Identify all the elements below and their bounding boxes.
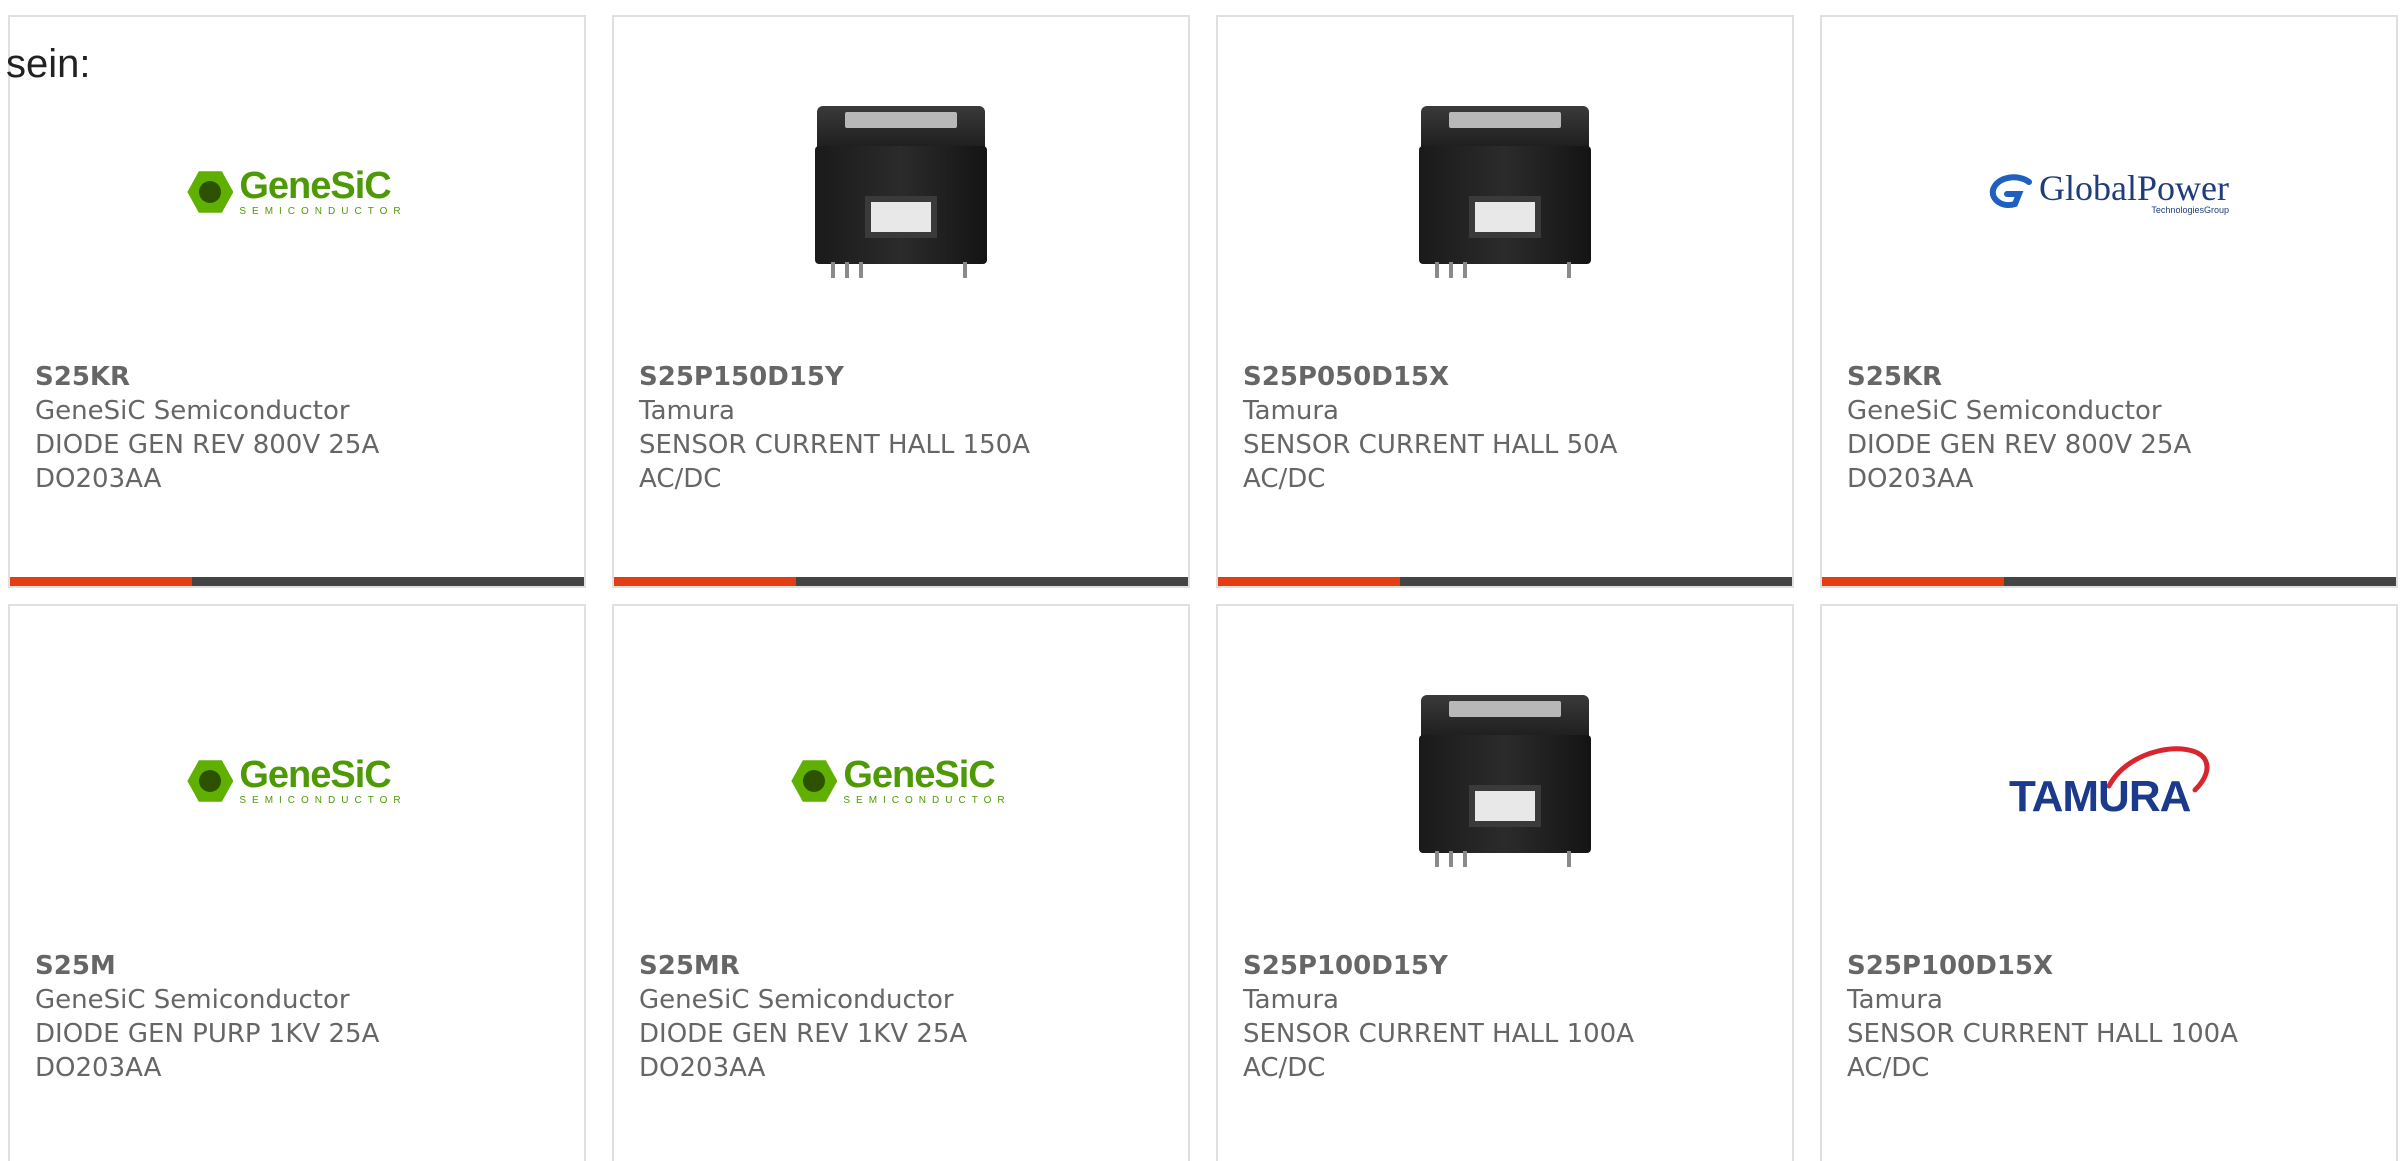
product-info: S25MR GeneSiC Semiconductor DIODE GEN RE… — [639, 949, 967, 1085]
description-line: AC/DC — [639, 464, 722, 494]
description-line: DIODE GEN REV 800V 25A — [35, 430, 380, 460]
hexagon-icon — [791, 760, 838, 802]
manufacturer: GeneSiC Semiconductor — [35, 396, 350, 426]
logo-subtext: SEMICONDUCTOR — [239, 206, 407, 217]
product-card[interactable]: GeneSiC SEMICONDUCTOR S25M GeneSiC Semic… — [8, 604, 586, 1161]
logo-subtext: SEMICONDUCTOR — [843, 795, 1011, 806]
manufacturer: GeneSiC Semiconductor — [639, 985, 954, 1015]
page: sein: GeneSiC SEMICONDUCTOR S25KR GeneSi… — [0, 0, 2400, 1161]
hexagon-icon — [187, 760, 234, 802]
description-line: DO203AA — [35, 464, 162, 494]
product-image[interactable]: GeneSiC SEMICONDUCTOR — [10, 676, 584, 886]
manufacturer: Tamura — [1243, 396, 1339, 426]
product-image[interactable]: GeneSiC SEMICONDUCTOR — [614, 676, 1188, 886]
product-info: S25P100D15Y Tamura SENSOR CURRENT HALL 1… — [1243, 949, 1634, 1085]
part-number-link[interactable]: S25M — [35, 949, 379, 983]
product-card[interactable]: S25P150D15Y Tamura SENSOR CURRENT HALL 1… — [612, 15, 1190, 588]
swirl-icon — [1989, 174, 2033, 208]
description-line: DO203AA — [1847, 464, 1974, 494]
logo-wordmark: TAMURA — [2009, 772, 2191, 821]
description-line: AC/DC — [1847, 1053, 1930, 1083]
tamura-logo-icon: TAMURA — [1999, 736, 2219, 826]
description-line: AC/DC — [1243, 1053, 1326, 1083]
logo-subtext: SEMICONDUCTOR — [239, 795, 407, 806]
card-accent-bar — [10, 577, 192, 586]
part-number-link[interactable]: S25KR — [1847, 360, 2191, 394]
logo-subtext: TechnologiesGroup — [2151, 204, 2229, 215]
part-number-link[interactable]: S25P100D15X — [1847, 949, 2238, 983]
description-line: DIODE GEN REV 800V 25A — [1847, 430, 2192, 460]
manufacturer: Tamura — [1243, 985, 1339, 1015]
card-bottom-bar — [1218, 577, 1792, 586]
card-bottom-bar — [10, 577, 584, 586]
logo-wordmark: GeneSiC — [239, 165, 391, 207]
card-accent-bar — [1822, 577, 2004, 586]
product-info: S25M GeneSiC Semiconductor DIODE GEN PUR… — [35, 949, 379, 1085]
genesic-logo-icon: GeneSiC SEMICONDUCTOR — [187, 167, 406, 217]
product-card[interactable]: GlobalPower TechnologiesGroup S25KR Gene… — [1820, 15, 2398, 588]
product-image[interactable]: TAMURA — [1822, 676, 2396, 886]
manufacturer: GeneSiC Semiconductor — [35, 985, 350, 1015]
product-image[interactable] — [614, 87, 1188, 297]
genesic-logo-icon: GeneSiC SEMICONDUCTOR — [187, 756, 406, 806]
product-info: S25P150D15Y Tamura SENSOR CURRENT HALL 1… — [639, 360, 1030, 496]
logo-wordmark: GeneSiC — [843, 754, 995, 796]
product-card[interactable]: GeneSiC SEMICONDUCTOR S25KR GeneSiC Semi… — [8, 15, 586, 588]
description-line: DO203AA — [639, 1053, 766, 1083]
current-sensor-photo-icon — [801, 92, 1001, 292]
manufacturer: GeneSiC Semiconductor — [1847, 396, 2162, 426]
description-line: SENSOR CURRENT HALL 50A — [1243, 430, 1618, 460]
product-card[interactable]: TAMURA S25P100D15X Tamura SENSOR CURRENT… — [1820, 604, 2398, 1161]
description-line: AC/DC — [1243, 464, 1326, 494]
intro-text: sein: — [6, 42, 91, 86]
description-line: DIODE GEN REV 1KV 25A — [639, 1019, 968, 1049]
card-bottom-bar — [1822, 577, 2396, 586]
description-line: SENSOR CURRENT HALL 150A — [639, 430, 1031, 460]
part-number-link[interactable]: S25P050D15X — [1243, 360, 1617, 394]
description-line: SENSOR CURRENT HALL 100A — [1847, 1019, 2239, 1049]
description-line: DO203AA — [35, 1053, 162, 1083]
product-image[interactable] — [1218, 676, 1792, 886]
logo-wordmark: GlobalPower — [2039, 167, 2229, 208]
product-image[interactable]: GeneSiC SEMICONDUCTOR — [10, 87, 584, 297]
hexagon-icon — [187, 171, 234, 213]
manufacturer: Tamura — [1847, 985, 1943, 1015]
description-line: DIODE GEN PURP 1KV 25A — [35, 1019, 380, 1049]
manufacturer: Tamura — [639, 396, 735, 426]
globalpower-logo-icon: GlobalPower TechnologiesGroup — [1989, 170, 2229, 215]
part-number-link[interactable]: S25KR — [35, 360, 379, 394]
product-info: S25P050D15X Tamura SENSOR CURRENT HALL 5… — [1243, 360, 1617, 496]
genesic-logo-icon: GeneSiC SEMICONDUCTOR — [791, 756, 1010, 806]
product-card[interactable]: GeneSiC SEMICONDUCTOR S25MR GeneSiC Semi… — [612, 604, 1190, 1161]
product-image[interactable] — [1218, 87, 1792, 297]
current-sensor-photo-icon — [1405, 681, 1605, 881]
product-grid: GeneSiC SEMICONDUCTOR S25KR GeneSiC Semi… — [8, 15, 2398, 1161]
product-card[interactable]: S25P050D15X Tamura SENSOR CURRENT HALL 5… — [1216, 15, 1794, 588]
current-sensor-photo-icon — [1405, 92, 1605, 292]
product-info: S25P100D15X Tamura SENSOR CURRENT HALL 1… — [1847, 949, 2238, 1085]
part-number-link[interactable]: S25MR — [639, 949, 967, 983]
product-info: S25KR GeneSiC Semiconductor DIODE GEN RE… — [35, 360, 379, 496]
product-info: S25KR GeneSiC Semiconductor DIODE GEN RE… — [1847, 360, 2191, 496]
logo-wordmark: GeneSiC — [239, 754, 391, 796]
description-line: SENSOR CURRENT HALL 100A — [1243, 1019, 1635, 1049]
card-bottom-bar — [614, 577, 1188, 586]
card-accent-bar — [614, 577, 796, 586]
part-number-link[interactable]: S25P100D15Y — [1243, 949, 1634, 983]
product-card[interactable]: S25P100D15Y Tamura SENSOR CURRENT HALL 1… — [1216, 604, 1794, 1161]
product-image[interactable]: GlobalPower TechnologiesGroup — [1822, 87, 2396, 297]
part-number-link[interactable]: S25P150D15Y — [639, 360, 1030, 394]
card-accent-bar — [1218, 577, 1400, 586]
